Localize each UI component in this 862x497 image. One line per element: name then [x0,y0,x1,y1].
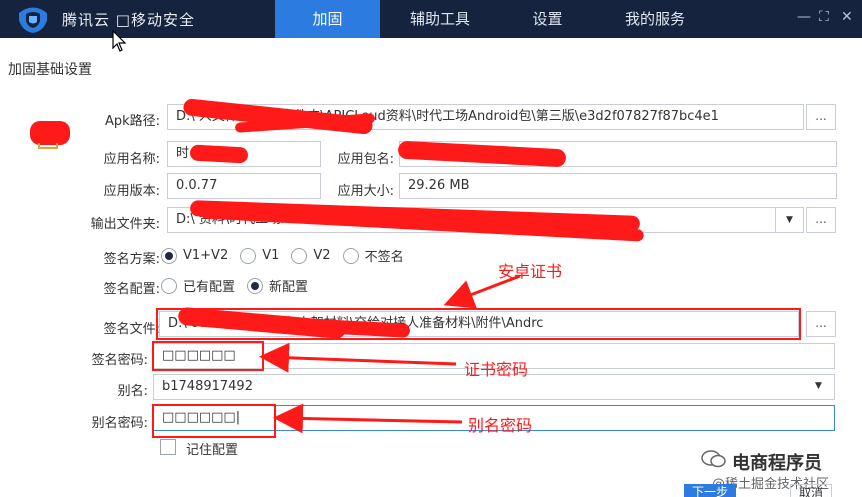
wechat-icon [701,450,726,468]
cancel-button[interactable]: 取消 [790,484,833,497]
annotation-cert-password: 证书密码 [464,360,529,379]
annotation-cert: 安卓证书 [498,262,563,281]
next-button[interactable]: 下一步 [684,484,737,497]
watermark-name: 电商程序员 [732,453,822,474]
annotation-alias-password: 别名密码 [468,416,533,435]
annotation-arrows [259,274,521,434]
